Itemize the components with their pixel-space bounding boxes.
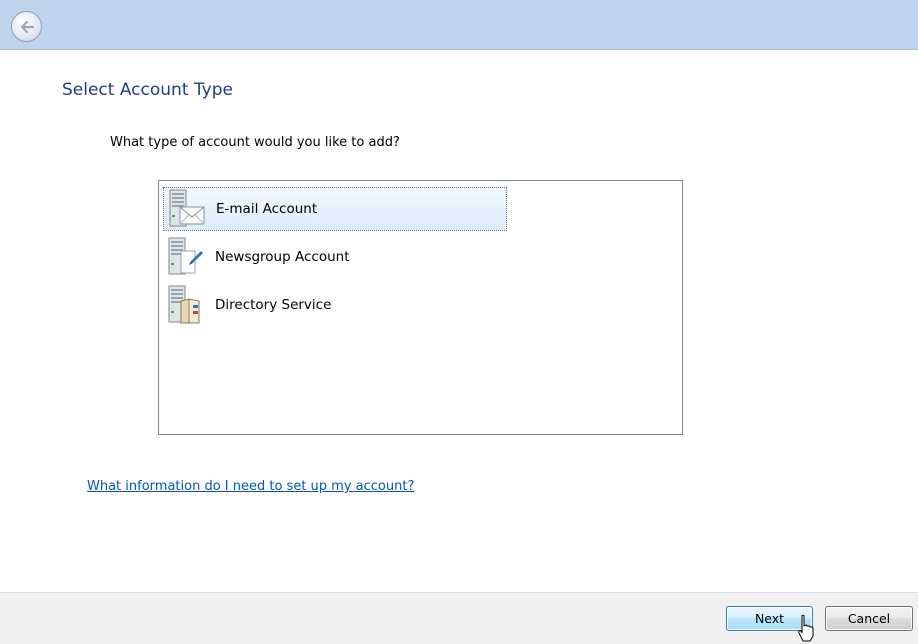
next-button[interactable]: Next xyxy=(726,606,813,631)
directory-server-icon xyxy=(163,283,207,327)
newsgroup-server-icon xyxy=(163,235,207,279)
list-item-label: Directory Service xyxy=(215,297,332,313)
header-banner xyxy=(0,0,918,50)
question-text: What type of account would you like to a… xyxy=(110,135,400,150)
back-button[interactable] xyxy=(11,11,42,42)
back-arrow-icon xyxy=(20,20,34,33)
cancel-button[interactable]: Cancel xyxy=(825,606,913,631)
account-type-list[interactable]: E-mail Account Newsgroup Account Directo… xyxy=(158,180,683,435)
help-link[interactable]: What information do I need to set up my … xyxy=(87,479,414,494)
list-item-directory-service[interactable]: Directory Service xyxy=(163,283,507,327)
list-item-label: E-mail Account xyxy=(216,201,318,217)
list-item-label: Newsgroup Account xyxy=(215,249,350,265)
list-item-email-account[interactable]: E-mail Account xyxy=(163,187,507,231)
email-server-icon xyxy=(164,187,208,231)
list-item-newsgroup-account[interactable]: Newsgroup Account xyxy=(163,235,507,279)
page-title: Select Account Type xyxy=(62,80,233,100)
